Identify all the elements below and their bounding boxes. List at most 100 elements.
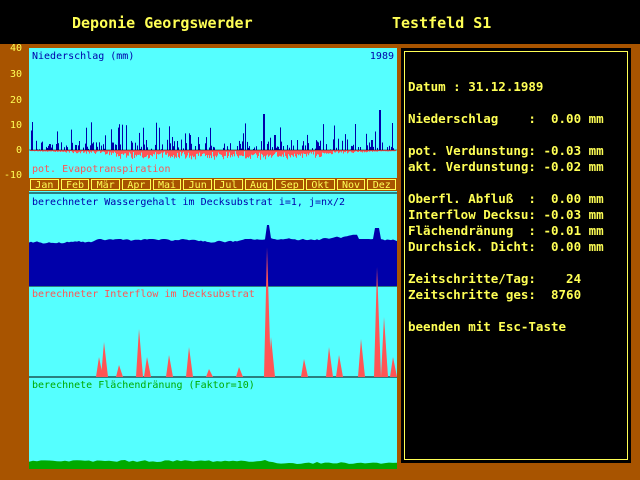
evap-bar bbox=[158, 150, 159, 155]
evap-bar bbox=[212, 150, 213, 152]
evap-bar bbox=[88, 150, 89, 152]
evap-bar bbox=[362, 150, 363, 153]
precip-bar bbox=[248, 147, 249, 150]
precip-bar bbox=[64, 147, 65, 150]
evap-bar bbox=[305, 150, 306, 154]
precip-bar bbox=[209, 147, 210, 150]
precip-bar bbox=[377, 147, 378, 150]
evap-bar bbox=[184, 150, 185, 155]
precip-bar bbox=[373, 146, 374, 150]
evap-bar bbox=[155, 150, 156, 153]
interflow-spike bbox=[144, 357, 151, 377]
evap-bar bbox=[261, 150, 262, 154]
precip-bar bbox=[46, 146, 47, 150]
drainage-title: berechnete Flächendränung (Faktor=10) bbox=[32, 380, 255, 391]
precip-bar bbox=[155, 144, 156, 150]
precip-bar bbox=[240, 143, 241, 150]
precip-bar bbox=[303, 141, 304, 150]
precip-bar bbox=[320, 140, 321, 150]
evap-bar bbox=[180, 150, 181, 152]
evap-bar bbox=[230, 150, 231, 158]
evap-bar bbox=[153, 150, 154, 154]
month-label: Sep bbox=[275, 179, 305, 191]
evap-bar bbox=[130, 150, 131, 154]
evap-bar bbox=[321, 150, 322, 157]
precip-bar bbox=[111, 129, 112, 150]
evap-bar bbox=[111, 150, 112, 155]
precip-bar bbox=[307, 134, 308, 150]
interflow-line: Interflow Decksu: -0.03 mm bbox=[408, 207, 604, 222]
evap-bar bbox=[313, 150, 314, 155]
evap-bar bbox=[129, 150, 130, 153]
interflow-spike bbox=[358, 339, 365, 377]
evap-bar bbox=[198, 150, 199, 156]
evap-bar bbox=[238, 150, 239, 158]
precip-bar bbox=[347, 139, 348, 150]
evap-bar bbox=[283, 150, 284, 157]
evap-bar bbox=[372, 150, 373, 152]
evap-bar bbox=[173, 150, 174, 156]
evap-bar bbox=[154, 150, 155, 155]
evap-bar bbox=[162, 150, 163, 158]
evap-bar bbox=[229, 150, 230, 153]
evap-bar bbox=[90, 150, 91, 152]
evap-bar bbox=[166, 150, 167, 155]
precip-bar bbox=[353, 144, 354, 150]
evap-bar bbox=[185, 150, 186, 159]
evap-bar bbox=[218, 150, 219, 153]
precip-bar bbox=[99, 142, 100, 150]
evap-bar bbox=[78, 150, 79, 153]
evap-bar bbox=[209, 150, 210, 159]
precip-bar bbox=[93, 142, 94, 150]
month-label: Feb bbox=[60, 179, 90, 191]
water-content-title: berechneter Wassergehalt im Decksubstrat… bbox=[32, 197, 346, 208]
evap-bar bbox=[344, 150, 345, 152]
evap-bar bbox=[210, 150, 211, 156]
precip-bar bbox=[112, 142, 113, 150]
month-label: Apr bbox=[122, 179, 151, 191]
evap-bar bbox=[353, 150, 354, 153]
interflow-spike bbox=[116, 365, 123, 377]
evap-bar bbox=[279, 150, 280, 156]
evap-bar bbox=[126, 150, 127, 158]
evap-bar bbox=[224, 150, 225, 156]
evap-bar bbox=[377, 150, 378, 152]
precip-bar bbox=[49, 144, 50, 150]
evap-bar bbox=[160, 150, 161, 154]
evap-bar bbox=[182, 150, 183, 154]
evap-bar bbox=[148, 150, 149, 159]
evap-bar bbox=[352, 150, 353, 153]
evap-bar bbox=[204, 150, 205, 154]
seepage-line: Durchsick. Dicht: 0.00 mm bbox=[408, 239, 604, 254]
evap-bar bbox=[299, 150, 300, 155]
precip-bar bbox=[281, 141, 282, 150]
precip-panel-title: Niederschlag (mm) bbox=[32, 51, 135, 62]
evap-bar bbox=[112, 150, 113, 153]
interflow-spike bbox=[101, 342, 108, 377]
evap-bar bbox=[231, 150, 232, 156]
precip-bar bbox=[358, 147, 359, 150]
evap-bar bbox=[278, 150, 279, 157]
precip-bar bbox=[214, 147, 215, 150]
evap-bar bbox=[47, 150, 48, 152]
precip-bar bbox=[83, 147, 84, 150]
precip-bar bbox=[317, 141, 318, 150]
precip-bar bbox=[96, 142, 97, 150]
title-bar: Deponie Georgswerder Testfeld S1 bbox=[0, 0, 640, 44]
evap-bar bbox=[326, 150, 327, 154]
evap-bar bbox=[183, 150, 184, 152]
evap-bar bbox=[138, 150, 139, 155]
evap-bar bbox=[276, 150, 277, 152]
evap-bar bbox=[146, 150, 147, 157]
evap-bar bbox=[104, 150, 105, 153]
evap-bar bbox=[309, 150, 310, 154]
surface-runoff-line: Oberfl. Abfluß : 0.00 mm bbox=[408, 191, 604, 206]
precip-peak bbox=[189, 135, 191, 150]
precip-bar bbox=[387, 147, 388, 150]
evap-bar bbox=[307, 150, 308, 154]
interflow-spike bbox=[381, 317, 388, 377]
evap-bar bbox=[251, 150, 252, 155]
precip-bar bbox=[91, 122, 92, 150]
evap-bar bbox=[207, 150, 208, 158]
evap-bar bbox=[100, 150, 101, 153]
